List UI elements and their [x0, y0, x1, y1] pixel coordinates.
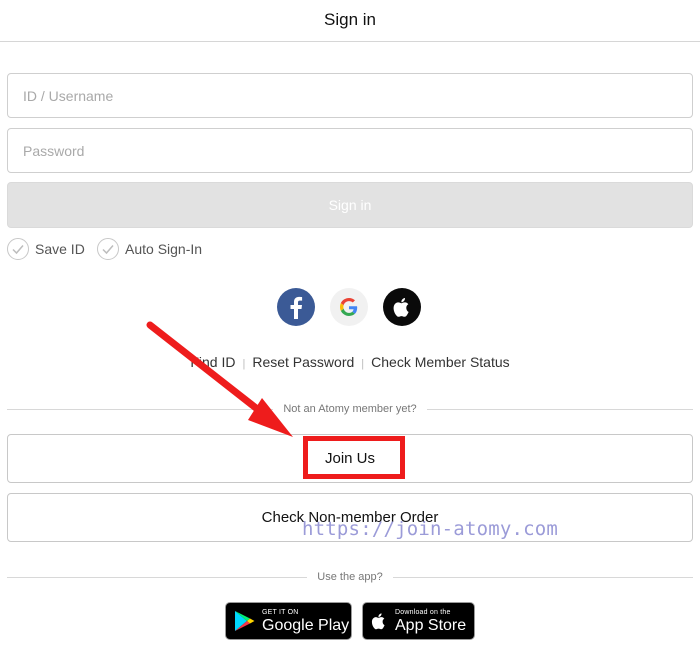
link-separator: | [242, 358, 246, 370]
auto-signin-checkbox[interactable]: Auto Sign-In [97, 236, 202, 262]
account-links: Find ID | Reset Password | Check Member Stat… [0, 354, 700, 370]
id-username-input[interactable] [8, 74, 692, 117]
save-id-label: Save ID [35, 241, 85, 257]
google-play-big: Google Play [262, 616, 350, 634]
password-input[interactable] [8, 129, 692, 172]
app-store-text: Download on the App Store [395, 609, 466, 634]
save-id-checkbox[interactable]: Save ID [7, 236, 85, 262]
check-member-status-link[interactable]: Check Member Status [371, 354, 510, 370]
signin-button[interactable]: Sign in [7, 182, 693, 228]
google-login-button[interactable] [330, 288, 368, 326]
google-play-icon [235, 611, 255, 631]
app-prompt: Use the app? [0, 571, 700, 583]
app-store-badge[interactable]: Download on the App Store [362, 602, 475, 640]
password-field-container [7, 128, 693, 173]
annotation-highlight-box [303, 436, 405, 479]
google-icon [340, 298, 358, 316]
auto-signin-label: Auto Sign-In [125, 241, 203, 257]
page-title: Sign in [324, 10, 376, 29]
reset-password-link[interactable]: Reset Password [252, 354, 354, 370]
google-play-small: GET IT ON [262, 608, 299, 616]
id-field-container [7, 73, 693, 118]
apple-login-button[interactable] [383, 288, 421, 326]
find-id-link[interactable]: Find ID [190, 354, 235, 370]
link-separator: | [361, 358, 365, 370]
check-icon [97, 238, 119, 260]
member-prompt-text: Not an Atomy member yet? [273, 403, 427, 415]
watermark-text: https://join-atomy.com [302, 518, 559, 540]
app-prompt-text: Use the app? [307, 571, 393, 583]
member-prompt: Not an Atomy member yet? [0, 403, 700, 415]
app-store-big: App Store [395, 616, 467, 634]
apple-icon [393, 298, 409, 317]
google-play-text: GET IT ON Google Play [262, 609, 349, 634]
facebook-icon [290, 296, 303, 319]
app-store-small: Download on the [395, 608, 451, 616]
page-header: Sign in [0, 0, 700, 42]
google-play-badge[interactable]: GET IT ON Google Play [225, 602, 352, 640]
apple-icon [371, 613, 385, 630]
check-icon [7, 238, 29, 260]
facebook-login-button[interactable] [277, 288, 315, 326]
